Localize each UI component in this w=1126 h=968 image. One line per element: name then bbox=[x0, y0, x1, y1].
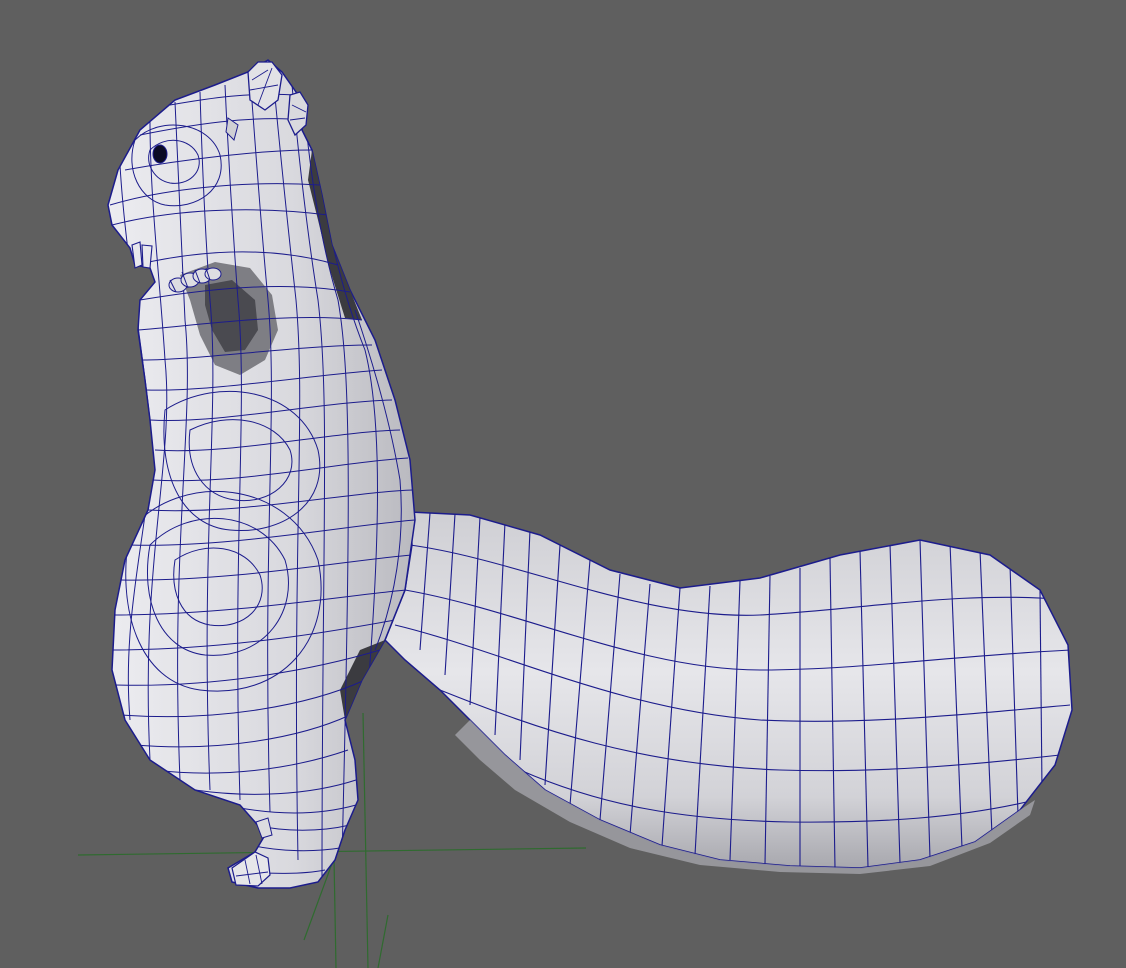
eye-icon bbox=[152, 144, 168, 164]
tail-mesh bbox=[384, 511, 1073, 874]
body-mesh bbox=[107, 59, 416, 889]
squirrel-mesh-icon[interactable] bbox=[107, 59, 1073, 889]
3d-viewport[interactable] bbox=[0, 0, 1126, 968]
viewport-canvas[interactable] bbox=[0, 0, 1126, 968]
